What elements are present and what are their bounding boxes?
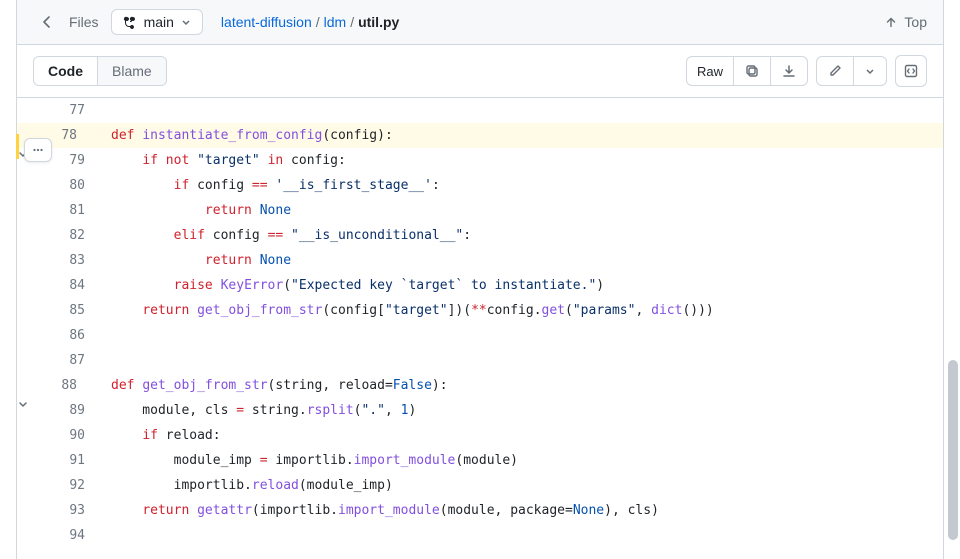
breadcrumb-sep: / [350, 14, 354, 30]
line-gutter[interactable]: 84 [17, 273, 103, 298]
code-content: importlib.reload(module_imp) [103, 473, 943, 498]
code-content: def get_obj_from_str(string, reload=Fals… [103, 373, 943, 398]
symbols-icon [903, 63, 919, 79]
breadcrumb-folder[interactable]: ldm [324, 14, 347, 30]
line-gutter[interactable]: 80 [17, 173, 103, 198]
code-line[interactable]: 91 module_imp = importlib.import_module(… [17, 448, 943, 473]
code-content: module, cls = string.rsplit(".", 1) [103, 398, 943, 423]
code-content: def instantiate_from_config(config): [103, 123, 943, 148]
copy-button[interactable] [734, 57, 771, 85]
branch-selector-button[interactable]: main [111, 9, 203, 35]
code-line[interactable]: 83 return None [17, 248, 943, 273]
breadcrumb-sep: / [316, 14, 320, 30]
code-line[interactable]: 84 raise KeyError("Expected key `target`… [17, 273, 943, 298]
code-line[interactable]: 89 module, cls = string.rsplit(".", 1) [17, 398, 943, 423]
scrollbar-thumb[interactable] [948, 360, 958, 540]
back-arrow-icon[interactable] [33, 8, 61, 36]
code-line[interactable]: 88def get_obj_from_str(string, reload=Fa… [17, 373, 943, 398]
breadcrumb-root[interactable]: latent-diffusion [221, 14, 312, 30]
line-gutter[interactable]: 87 [17, 348, 103, 373]
code-content: raise KeyError("Expected key `target` to… [103, 273, 943, 298]
edit-dropdown-button[interactable] [854, 57, 886, 85]
line-gutter[interactable]: 81 [17, 198, 103, 223]
branch-name: main [144, 14, 174, 30]
line-actions-button[interactable] [24, 138, 52, 162]
code-toolbar: Code Blame Raw [17, 45, 943, 98]
view-mode-tabs: Code Blame [33, 56, 167, 86]
code-line[interactable]: 85 return get_obj_from_str(config["targe… [17, 298, 943, 323]
code-content: elif config == "__is_unconditional__": [103, 223, 943, 248]
code-content: return getattr(importlib.import_module(m… [103, 498, 943, 523]
top-label: Top [904, 14, 927, 30]
code-line[interactable]: 82 elif config == "__is_unconditional__"… [17, 223, 943, 248]
code-line[interactable]: 79 if not "target" in config: [17, 148, 943, 173]
file-header-bar: Files main latent-diffusion / ldm / util… [17, 0, 943, 45]
code-content: return None [103, 198, 943, 223]
symbols-button[interactable] [895, 55, 927, 87]
line-gutter[interactable]: 77 [17, 98, 103, 123]
code-viewer[interactable]: 7778def instantiate_from_config(config):… [17, 98, 943, 559]
code-line[interactable]: 86 [17, 323, 943, 348]
copy-icon [744, 63, 760, 79]
blame-tab[interactable]: Blame [98, 57, 166, 85]
code-content: return get_obj_from_str(config["target"]… [103, 298, 943, 323]
kebab-icon [31, 143, 45, 157]
line-gutter[interactable]: 82 [17, 223, 103, 248]
code-line[interactable]: 81 return None [17, 198, 943, 223]
download-icon [781, 63, 797, 79]
breadcrumb-file: util.py [358, 14, 399, 30]
code-content: if not "target" in config: [103, 148, 943, 173]
code-content: return None [103, 248, 943, 273]
code-content: if config == '__is_first_stage__': [103, 173, 943, 198]
scroll-to-top-button[interactable]: Top [884, 14, 927, 30]
code-line[interactable]: 80 if config == '__is_first_stage__': [17, 173, 943, 198]
edit-button-group [816, 56, 887, 86]
raw-button-group: Raw [686, 56, 808, 86]
code-content: if reload: [103, 423, 943, 448]
line-gutter[interactable]: 90 [17, 423, 103, 448]
line-marker [16, 134, 19, 159]
arrow-up-icon [884, 15, 898, 29]
line-gutter[interactable]: 92 [17, 473, 103, 498]
code-line[interactable]: 92 importlib.reload(module_imp) [17, 473, 943, 498]
line-gutter[interactable]: 91 [17, 448, 103, 473]
line-gutter[interactable]: 83 [17, 248, 103, 273]
code-content: module_imp = importlib.import_module(mod… [103, 448, 943, 473]
code-tab[interactable]: Code [34, 57, 98, 85]
raw-button[interactable]: Raw [687, 57, 734, 85]
breadcrumb: latent-diffusion / ldm / util.py [221, 14, 399, 30]
code-line[interactable]: 90 if reload: [17, 423, 943, 448]
git-branch-icon [122, 14, 138, 30]
vertical-scrollbar[interactable] [944, 0, 958, 559]
download-button[interactable] [771, 57, 807, 85]
line-gutter[interactable]: 85 [17, 298, 103, 323]
pencil-icon [827, 63, 843, 79]
caret-down-icon [864, 65, 876, 77]
line-gutter[interactable]: 94 [17, 523, 103, 548]
caret-down-icon [180, 16, 192, 28]
files-label: Files [69, 14, 99, 30]
line-gutter[interactable]: 93 [17, 498, 103, 523]
code-line[interactable]: 87 [17, 348, 943, 373]
code-line[interactable]: 94 [17, 523, 943, 548]
line-gutter[interactable]: 86 [17, 323, 103, 348]
edit-button[interactable] [817, 57, 854, 85]
code-line[interactable]: 77 [17, 98, 943, 123]
line-gutter[interactable]: 89 [17, 398, 103, 423]
code-line[interactable]: 78def instantiate_from_config(config): [17, 123, 943, 148]
code-line[interactable]: 93 return getattr(importlib.import_modul… [17, 498, 943, 523]
